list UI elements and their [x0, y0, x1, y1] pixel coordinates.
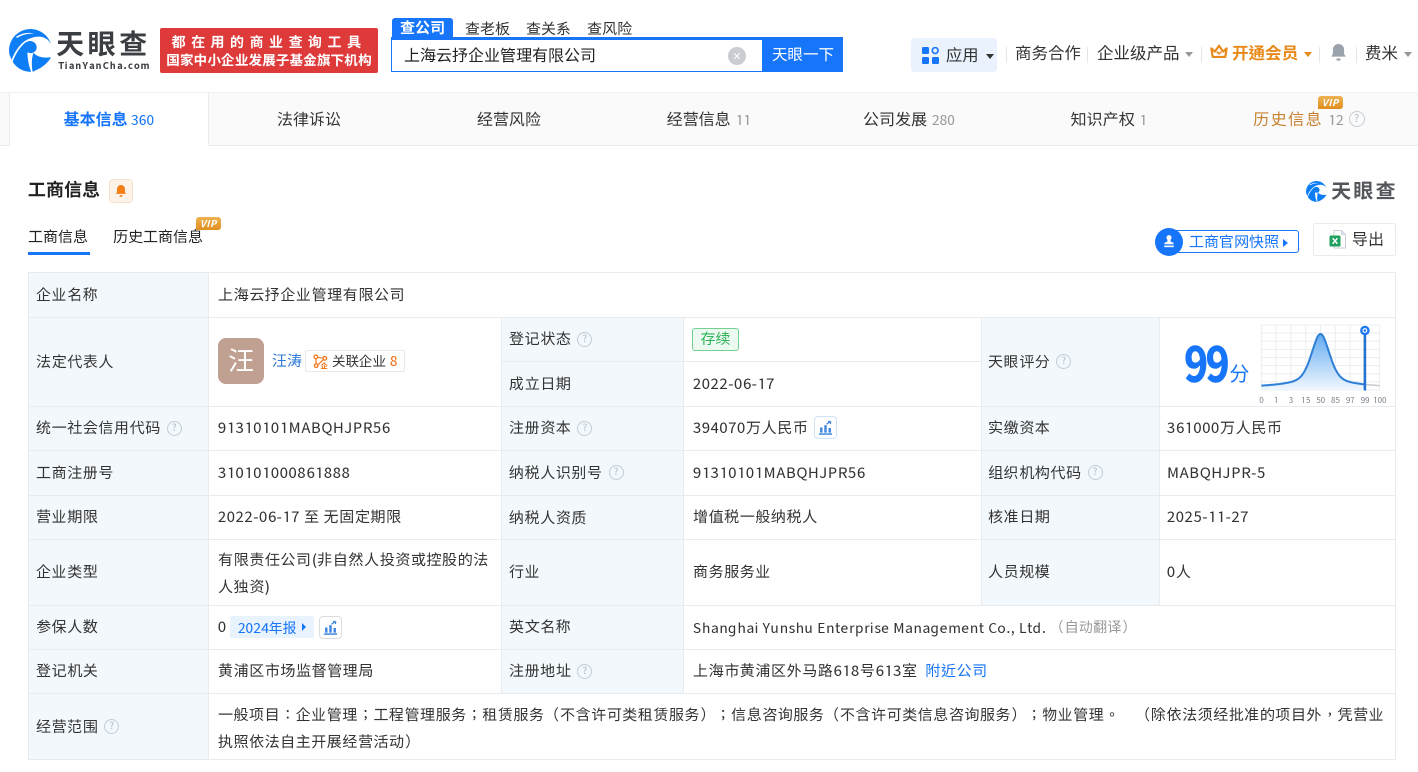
svg-text:0: 0	[1259, 395, 1263, 405]
svg-text:85: 85	[1331, 395, 1340, 405]
svg-text:99: 99	[1361, 395, 1370, 405]
svg-text:100: 100	[1373, 395, 1386, 405]
svg-text:97: 97	[1346, 395, 1355, 405]
svg-text:50: 50	[1316, 395, 1325, 405]
svg-text:3: 3	[1289, 395, 1293, 405]
svg-text:企: 企	[321, 362, 328, 369]
svg-text:1: 1	[1274, 395, 1278, 405]
svg-text:15: 15	[1301, 395, 1310, 405]
